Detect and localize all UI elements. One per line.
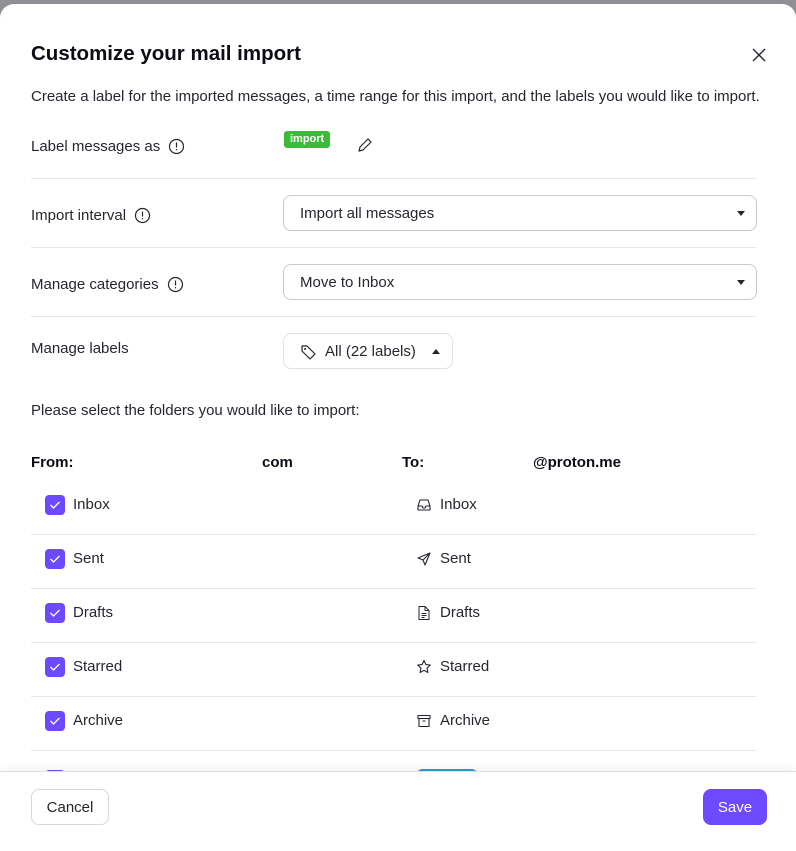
from-folder-name: Starred — [73, 658, 123, 675]
from-folder-name: Sent — [73, 550, 104, 567]
to-folder-name: Sent — [440, 550, 471, 567]
from-folder-name: Drafts — [73, 604, 114, 621]
modal-footer: Cancel Save — [0, 771, 796, 851]
import-label-badge: import — [284, 131, 331, 148]
divider — [31, 750, 756, 751]
cancel-button[interactable]: Cancel — [31, 789, 109, 825]
manage-labels-label: Manage labels — [31, 340, 129, 357]
customize-import-modal: Customize your mail import Create a labe… — [0, 4, 796, 851]
manage-labels-row: Manage labels — [31, 340, 129, 357]
folder-row-archive: Archive Archive — [31, 697, 756, 751]
from-folder-name: Inbox — [73, 496, 110, 513]
manage-labels-button[interactable]: All (22 labels) — [283, 333, 453, 369]
manage-labels-value: All (22 labels) — [325, 342, 416, 360]
close-icon — [752, 48, 766, 62]
archive-icon — [417, 714, 431, 728]
folder-row-inbox: Inbox Inbox — [31, 481, 756, 535]
folder-checkbox-sent[interactable] — [45, 549, 65, 569]
modal-description: Create a label for the imported messages… — [31, 88, 760, 105]
label-messages-row: Label messages as — [31, 138, 185, 155]
from-header: From: — [31, 454, 74, 471]
file-icon — [418, 606, 430, 620]
info-circle-icon[interactable] — [167, 276, 184, 293]
import-interval-select[interactable]: Import all messages — [283, 195, 757, 231]
divider — [31, 316, 756, 317]
folder-checkbox-inbox[interactable] — [45, 495, 65, 515]
folder-checkbox-starred[interactable] — [45, 657, 65, 677]
modal-title: Customize your mail import — [31, 42, 301, 65]
checkmark-icon — [50, 717, 60, 725]
manage-categories-value: Move to Inbox — [300, 273, 395, 291]
folder-row-drafts: Drafts Drafts — [31, 589, 756, 643]
divider — [31, 178, 756, 179]
chevron-down-icon — [737, 280, 745, 285]
import-interval-row: Import interval — [31, 207, 151, 224]
to-account: @proton.me — [533, 454, 621, 471]
checkmark-icon — [50, 663, 60, 671]
to-folder-name: Drafts — [440, 604, 481, 621]
save-button[interactable]: Save — [703, 789, 767, 825]
manage-categories-row: Manage categories — [31, 276, 184, 293]
import-interval-label: Import interval — [31, 207, 127, 224]
divider — [31, 247, 756, 248]
to-folder-name: Inbox — [440, 496, 477, 513]
edit-label-button[interactable] — [356, 136, 374, 154]
info-circle-icon[interactable] — [168, 138, 185, 155]
send-icon — [417, 552, 431, 566]
chevron-down-icon — [737, 211, 745, 216]
pencil-icon — [358, 138, 372, 152]
checkmark-icon — [50, 555, 60, 563]
folder-row-starred: Starred Starred — [31, 643, 756, 697]
chevron-up-icon — [431, 348, 440, 354]
checkmark-icon — [50, 609, 60, 617]
manage-categories-select[interactable]: Move to Inbox — [283, 264, 757, 300]
folder-checkbox-drafts[interactable] — [45, 603, 65, 623]
tag-icon — [301, 344, 316, 360]
folder-row-sent: Sent Sent — [31, 535, 756, 589]
folders-prompt: Please select the folders you would like… — [31, 402, 360, 419]
to-header: To: — [402, 454, 425, 471]
to-folder-name: Archive — [440, 712, 491, 729]
from-folder-name: Archive — [73, 712, 124, 729]
info-circle-icon[interactable] — [134, 207, 151, 224]
from-account: com — [262, 454, 293, 471]
checkmark-icon — [50, 501, 60, 509]
to-folder-name: Starred — [440, 658, 490, 675]
import-interval-value: Import all messages — [300, 204, 435, 222]
close-button[interactable] — [748, 44, 770, 66]
label-messages-label: Label messages as — [31, 138, 161, 155]
inbox-icon — [417, 499, 431, 511]
star-icon — [417, 659, 431, 674]
manage-categories-label: Manage categories — [31, 276, 159, 293]
folder-checkbox-archive[interactable] — [45, 711, 65, 731]
